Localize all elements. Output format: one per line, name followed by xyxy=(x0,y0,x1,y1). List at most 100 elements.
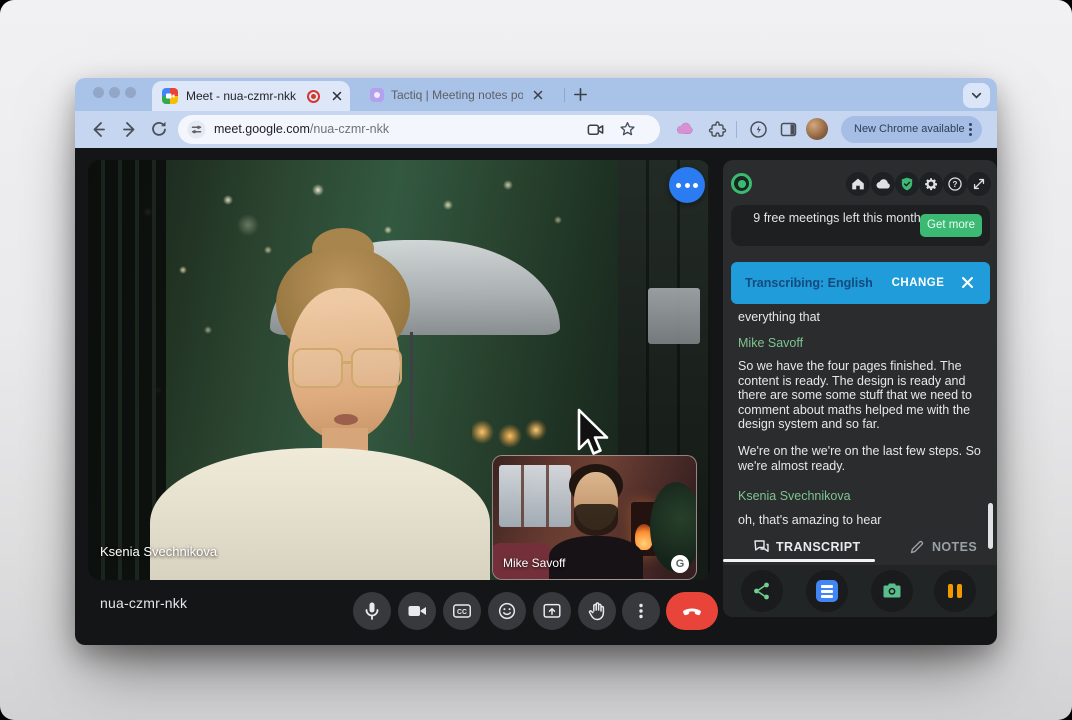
address-bar[interactable]: meet.google.com/nua-czmr-nkk xyxy=(178,115,660,144)
docs-icon xyxy=(816,580,838,602)
expand-panel-button[interactable] xyxy=(967,172,991,196)
extensions-puzzle-icon[interactable] xyxy=(708,120,727,144)
more-menu-icon[interactable] xyxy=(963,121,978,138)
captions-button[interactable]: CC xyxy=(443,592,481,630)
umbrella-pole xyxy=(410,332,413,444)
tab-transcript[interactable]: TRANSCRIPT xyxy=(723,534,875,560)
back-icon[interactable] xyxy=(89,119,109,144)
reload-icon[interactable] xyxy=(149,119,169,144)
settings-button[interactable] xyxy=(919,172,943,196)
microphone-icon xyxy=(361,600,383,622)
tactiq-record-logo-icon xyxy=(731,173,752,194)
background-panel xyxy=(648,288,700,344)
meeting-code-label: nua-czmr-nkk xyxy=(100,595,187,611)
tactiq-floating-bubble[interactable] xyxy=(669,167,705,203)
recording-indicator-icon xyxy=(307,90,320,103)
screenshot-root: { "browser": { "tabs": [ {"title": "Meet… xyxy=(0,0,1072,720)
captions-icon: CC xyxy=(451,600,473,622)
active-tab-underline xyxy=(723,559,875,562)
pip-name-label: Mike Savoff xyxy=(503,556,565,570)
google-badge-icon: G xyxy=(671,555,689,573)
close-banner-icon[interactable] xyxy=(959,274,976,296)
pause-icon xyxy=(948,584,953,598)
share-icon xyxy=(751,580,773,602)
profile-avatar[interactable] xyxy=(806,118,828,140)
tab-meet[interactable]: Meet - nua-czmr-nkk xyxy=(152,81,350,111)
tab-search-button[interactable] xyxy=(963,83,990,108)
bookmark-star-icon[interactable] xyxy=(618,120,637,144)
tab-notes[interactable]: NOTES xyxy=(895,534,995,560)
home-button[interactable] xyxy=(846,172,870,196)
video-tile-main[interactable]: Ksenia Svechnikova Mike Savoff G xyxy=(88,160,710,580)
transcribing-banner: Transcribing: English CHANGE xyxy=(731,262,990,304)
svg-text:CC: CC xyxy=(457,609,467,616)
url-host: meet.google.com xyxy=(214,122,310,136)
shield-icon xyxy=(899,176,915,192)
raise-hand-icon xyxy=(586,600,608,622)
maximize-window-button[interactable] xyxy=(125,87,136,98)
new-tab-button[interactable] xyxy=(572,86,589,108)
close-window-button[interactable] xyxy=(93,87,104,98)
leave-call-button[interactable] xyxy=(666,592,718,630)
pip-window xyxy=(499,465,571,527)
side-panel-icon[interactable] xyxy=(779,120,798,144)
camera-indicator-icon[interactable] xyxy=(586,120,605,144)
meet-favicon xyxy=(162,88,178,104)
camera-icon xyxy=(406,600,428,622)
transcript-text: So we have the four pages finished. The … xyxy=(738,359,990,432)
present-button[interactable] xyxy=(533,592,571,630)
chat-bubbles-icon xyxy=(752,538,771,557)
forward-icon[interactable] xyxy=(119,119,139,144)
tab-tactiq[interactable]: Tactiq | Meeting notes powe xyxy=(363,82,563,108)
cloud-icon xyxy=(875,176,891,192)
participant-shirt xyxy=(150,448,490,580)
help-button[interactable]: ? xyxy=(943,172,967,196)
get-more-button[interactable]: Get more xyxy=(920,214,982,237)
raise-hand-button[interactable] xyxy=(578,592,616,630)
transcript-text: everything that xyxy=(738,310,990,325)
performance-icon[interactable] xyxy=(749,120,768,144)
tab-strip: Meet - nua-czmr-nkk Tactiq | Meeting not… xyxy=(75,78,997,111)
close-tab-icon[interactable] xyxy=(531,88,545,107)
video-tile-pip[interactable]: Mike Savoff G xyxy=(492,455,697,580)
tactiq-panel: ? 9 free meetings left this month Get mo… xyxy=(723,160,997,617)
tab-title: Meet - nua-czmr-nkk xyxy=(186,81,304,111)
help-icon: ? xyxy=(947,176,963,192)
free-meetings-text: 9 free meetings left this month xyxy=(747,210,927,226)
change-language-button[interactable]: CHANGE xyxy=(887,262,949,304)
camera-button[interactable] xyxy=(398,592,436,630)
more-options-button[interactable] xyxy=(622,592,660,630)
open-docs-button[interactable] xyxy=(806,570,848,612)
home-icon xyxy=(850,176,866,192)
svg-text:?: ? xyxy=(953,180,958,189)
extension-pink-icon[interactable] xyxy=(675,120,694,144)
update-chrome-label: New Chrome available xyxy=(854,116,965,143)
transcribing-status-label: Transcribing: English xyxy=(745,262,873,304)
screenshot-button[interactable] xyxy=(871,570,913,612)
privacy-shield-button[interactable] xyxy=(895,172,919,196)
update-chrome-button[interactable]: New Chrome available xyxy=(841,116,982,143)
screenshot-camera-icon xyxy=(880,579,904,603)
tab-transcript-label: TRANSCRIPT xyxy=(776,534,861,560)
pause-button[interactable] xyxy=(934,570,976,612)
site-settings-tune-icon[interactable] xyxy=(187,120,206,144)
tactiq-toolbar xyxy=(723,565,997,617)
minimize-window-button[interactable] xyxy=(109,87,120,98)
tab-notes-label: NOTES xyxy=(932,534,977,560)
present-icon xyxy=(541,600,563,622)
url-text[interactable]: meet.google.com/nua-czmr-nkk xyxy=(214,115,389,144)
more-vertical-icon xyxy=(630,600,652,622)
close-tab-icon[interactable] xyxy=(330,89,344,108)
participant-glasses xyxy=(292,348,404,388)
transcript-speaker: Ksenia Svechnikova xyxy=(738,489,990,504)
toolbar-divider xyxy=(736,121,737,138)
cloud-button[interactable] xyxy=(871,172,895,196)
share-button[interactable] xyxy=(741,570,783,612)
meet-content-area: Ksenia Svechnikova Mike Savoff G nua-czm… xyxy=(75,148,997,645)
participant-name-label: Ksenia Svechnikova xyxy=(100,544,217,559)
reactions-button[interactable] xyxy=(488,592,526,630)
pencil-icon xyxy=(908,538,926,556)
smiley-icon xyxy=(496,600,518,622)
microphone-button[interactable] xyxy=(353,592,391,630)
tab-separator xyxy=(564,88,565,102)
